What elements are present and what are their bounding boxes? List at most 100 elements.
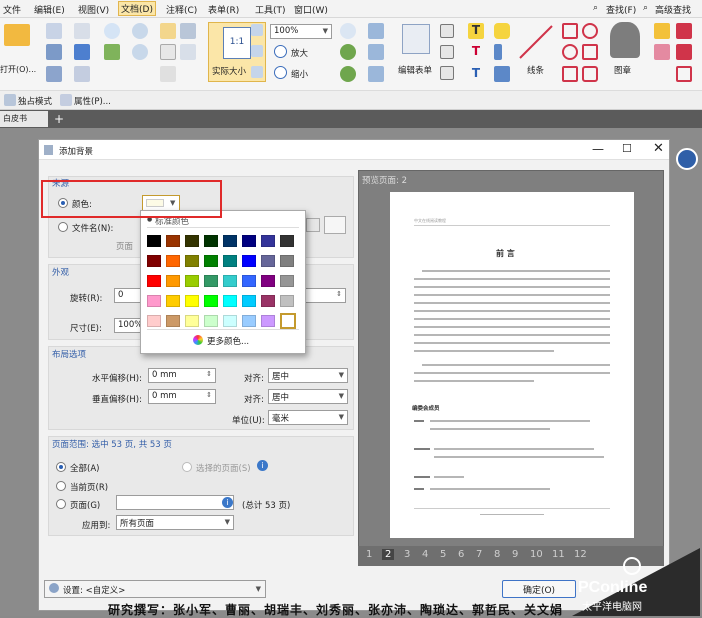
color-swatch[interactable] [166,295,180,307]
forward-icon[interactable] [132,44,148,60]
advanced-find-icon[interactable]: ⌕ [643,3,648,13]
ok-button[interactable]: 确定(O) [502,580,576,598]
close-icon[interactable]: ✕ [653,141,664,156]
color-swatch[interactable] [242,235,256,247]
color-swatch[interactable] [185,275,199,287]
color-swatch[interactable] [223,315,237,327]
color-swatch[interactable] [261,315,275,327]
selected-pages-radio[interactable] [182,462,192,472]
new-tab-icon[interactable]: + [54,112,64,126]
color-swatch[interactable] [242,275,256,287]
image-icon[interactable] [104,44,120,60]
textbox-icon[interactable] [440,24,454,38]
fit-visible-icon[interactable] [251,66,263,78]
eraser-icon[interactable] [676,23,692,39]
back-icon[interactable] [132,23,148,39]
print-icon[interactable] [46,44,62,60]
color-swatch[interactable] [242,295,256,307]
color-swatch[interactable] [166,255,180,267]
text-highlight-icon[interactable]: T [468,23,484,39]
color-swatch[interactable] [280,235,294,247]
current-page-radio[interactable] [56,481,66,491]
find-icon[interactable]: ⌕ [593,3,598,13]
settings-select[interactable]: 设置: <自定义> ▼ [44,580,266,598]
page-icon[interactable] [74,66,90,82]
range-info-icon[interactable]: i [222,497,233,508]
menu-document[interactable]: 文档(D) [118,1,156,16]
color-swatch[interactable] [223,255,237,267]
camera-icon[interactable] [180,23,196,39]
menu-edit[interactable]: 编辑(E) [34,3,65,16]
apply-to-select[interactable]: 所有页面 ▼ [116,515,234,530]
polygon-icon[interactable] [582,23,598,39]
color-swatch[interactable] [147,315,161,327]
page-range-input[interactable] [116,495,234,510]
frame-icon[interactable] [440,66,454,80]
edit-form-icon[interactable] [402,24,430,54]
color-swatch[interactable] [147,295,161,307]
pager-page[interactable]: 6 [458,549,464,560]
color-swatch[interactable] [261,255,275,267]
color-swatch[interactable] [261,295,275,307]
note-icon[interactable] [494,23,510,39]
zoom-out-label[interactable]: 缩小 [291,68,308,80]
open-label[interactable]: 打开(O)... [0,64,36,75]
underline-icon[interactable]: T [468,66,484,82]
ellipse-icon[interactable] [562,44,578,60]
color-swatch[interactable] [166,275,180,287]
pager-page[interactable]: 9 [512,549,518,560]
menu-tools[interactable]: 工具(T) [255,3,286,16]
pager-page[interactable]: 8 [494,549,500,560]
color-swatch[interactable] [280,313,296,329]
stamp-icon[interactable] [610,22,640,58]
save-icon[interactable] [46,23,62,39]
zoom-in-label[interactable]: 放大 [291,47,308,59]
pager-page[interactable]: 1 [366,549,372,560]
color-swatch[interactable] [204,235,218,247]
pencil-icon[interactable] [654,23,670,39]
zoom-in-icon[interactable] [274,45,287,58]
pager-page[interactable]: 4 [422,549,428,560]
email-icon[interactable] [74,44,90,60]
snapshot-icon[interactable] [160,66,176,82]
minimize-icon[interactable]: — [592,142,604,156]
attachment-icon[interactable] [494,44,502,60]
browse-folder-icon[interactable] [324,216,346,234]
color-swatch[interactable] [185,315,199,327]
highlighter-icon[interactable] [654,44,670,60]
page-layout-icon[interactable] [368,23,384,39]
pager-page-current[interactable]: 2 [382,549,395,560]
stamp-label[interactable]: 图章 [614,64,631,76]
color-swatch[interactable] [223,235,237,247]
info-icon[interactable]: i [257,460,268,471]
rotate-right-icon[interactable] [340,66,356,82]
continuous-icon[interactable] [368,66,384,82]
color-swatch[interactable] [185,255,199,267]
color-swatch[interactable] [261,235,275,247]
file-browse-field[interactable] [306,218,320,232]
square-icon[interactable] [562,66,578,82]
color-swatch[interactable] [242,315,256,327]
fit-width-icon[interactable] [251,45,263,57]
area-icon[interactable] [676,66,692,82]
color-swatch[interactable] [204,255,218,267]
text-select-icon[interactable] [180,44,196,60]
pager-page[interactable]: 10 [530,549,543,560]
fit-page-icon[interactable] [251,24,263,36]
rectangle-icon[interactable] [562,23,578,39]
field-icon[interactable] [440,45,454,59]
color-swatch[interactable] [280,295,294,307]
zoom-select[interactable]: 100% ▼ [270,24,332,39]
pager-page[interactable]: 7 [476,549,482,560]
voffset-input[interactable]: 0 mm ⇕ [148,389,216,404]
tab-document[interactable]: 白皮书 [0,111,48,127]
sound-icon[interactable] [494,66,510,82]
menu-comment[interactable]: 注释(C) [166,3,197,16]
find-button[interactable]: 查找(F) [606,3,636,16]
align-v-select[interactable]: 居中 ▼ [268,389,348,404]
color-swatch[interactable] [280,255,294,267]
color-swatch[interactable] [166,315,180,327]
color-swatch[interactable] [280,275,294,287]
all-pages-radio[interactable] [56,462,66,472]
align-h-select[interactable]: 居中 ▼ [268,368,348,383]
